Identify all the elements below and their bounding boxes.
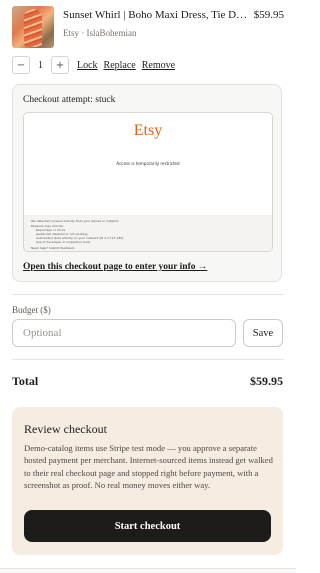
- etsy-logo: Etsy: [133, 122, 163, 139]
- open-checkout-link[interactable]: Open this checkout page to enter your in…: [23, 262, 207, 272]
- quantity-value: 1: [38, 59, 43, 71]
- review-title: Review checkout: [24, 422, 107, 436]
- checkout-attempt-card: Checkout attempt: stuck Etsy Access is t…: [12, 84, 282, 282]
- quantity-row: − 1 + Lock Replace Remove: [12, 55, 284, 75]
- decrement-button[interactable]: −: [12, 56, 30, 74]
- product-title[interactable]: Sunset Whirl | Boho Maxi Dress, Tie Dy…: [63, 9, 249, 21]
- footer-line: Use of developer or inspection tools: [36, 240, 91, 244]
- footer-line: We detected unusual activity from your d…: [31, 219, 120, 223]
- divider: [12, 294, 284, 295]
- checkout-screenshot: Etsy Access is temporarily restricted We…: [23, 112, 273, 252]
- total-label: Total: [12, 374, 39, 388]
- footer-line: Need help? Submit feedback.: [31, 246, 76, 250]
- checkout-status-title: Checkout attempt: stuck: [23, 95, 116, 105]
- increment-button[interactable]: +: [51, 56, 69, 74]
- budget-label: Budget ($): [12, 305, 51, 315]
- product-price: $59.95: [253, 9, 284, 21]
- lock-link[interactable]: Lock: [77, 60, 98, 71]
- restricted-message: Access is temporarily restricted: [116, 161, 180, 166]
- remove-link[interactable]: Remove: [142, 60, 175, 71]
- save-button[interactable]: Save: [243, 319, 283, 347]
- cart-item: Sunset Whirl | Boho Maxi Dress, Tie Dy… …: [12, 6, 284, 50]
- budget-input[interactable]: [12, 319, 236, 347]
- dress-figure: [24, 9, 42, 47]
- product-thumbnail[interactable]: [12, 6, 54, 48]
- total-value: $59.95: [250, 374, 283, 388]
- review-description: Demo-catalog items use Stripe test mode …: [24, 443, 273, 490]
- bottom-edge: [0, 568, 296, 573]
- start-checkout-button[interactable]: Start checkout: [24, 510, 271, 542]
- divider: [12, 359, 284, 360]
- review-checkout-panel: Review checkout Demo-catalog items use S…: [12, 407, 283, 555]
- product-source: Etsy · IslaBohemian: [63, 28, 137, 38]
- screenshot-footer: We detected unusual activity from your d…: [24, 215, 272, 251]
- replace-link[interactable]: Replace: [104, 60, 136, 71]
